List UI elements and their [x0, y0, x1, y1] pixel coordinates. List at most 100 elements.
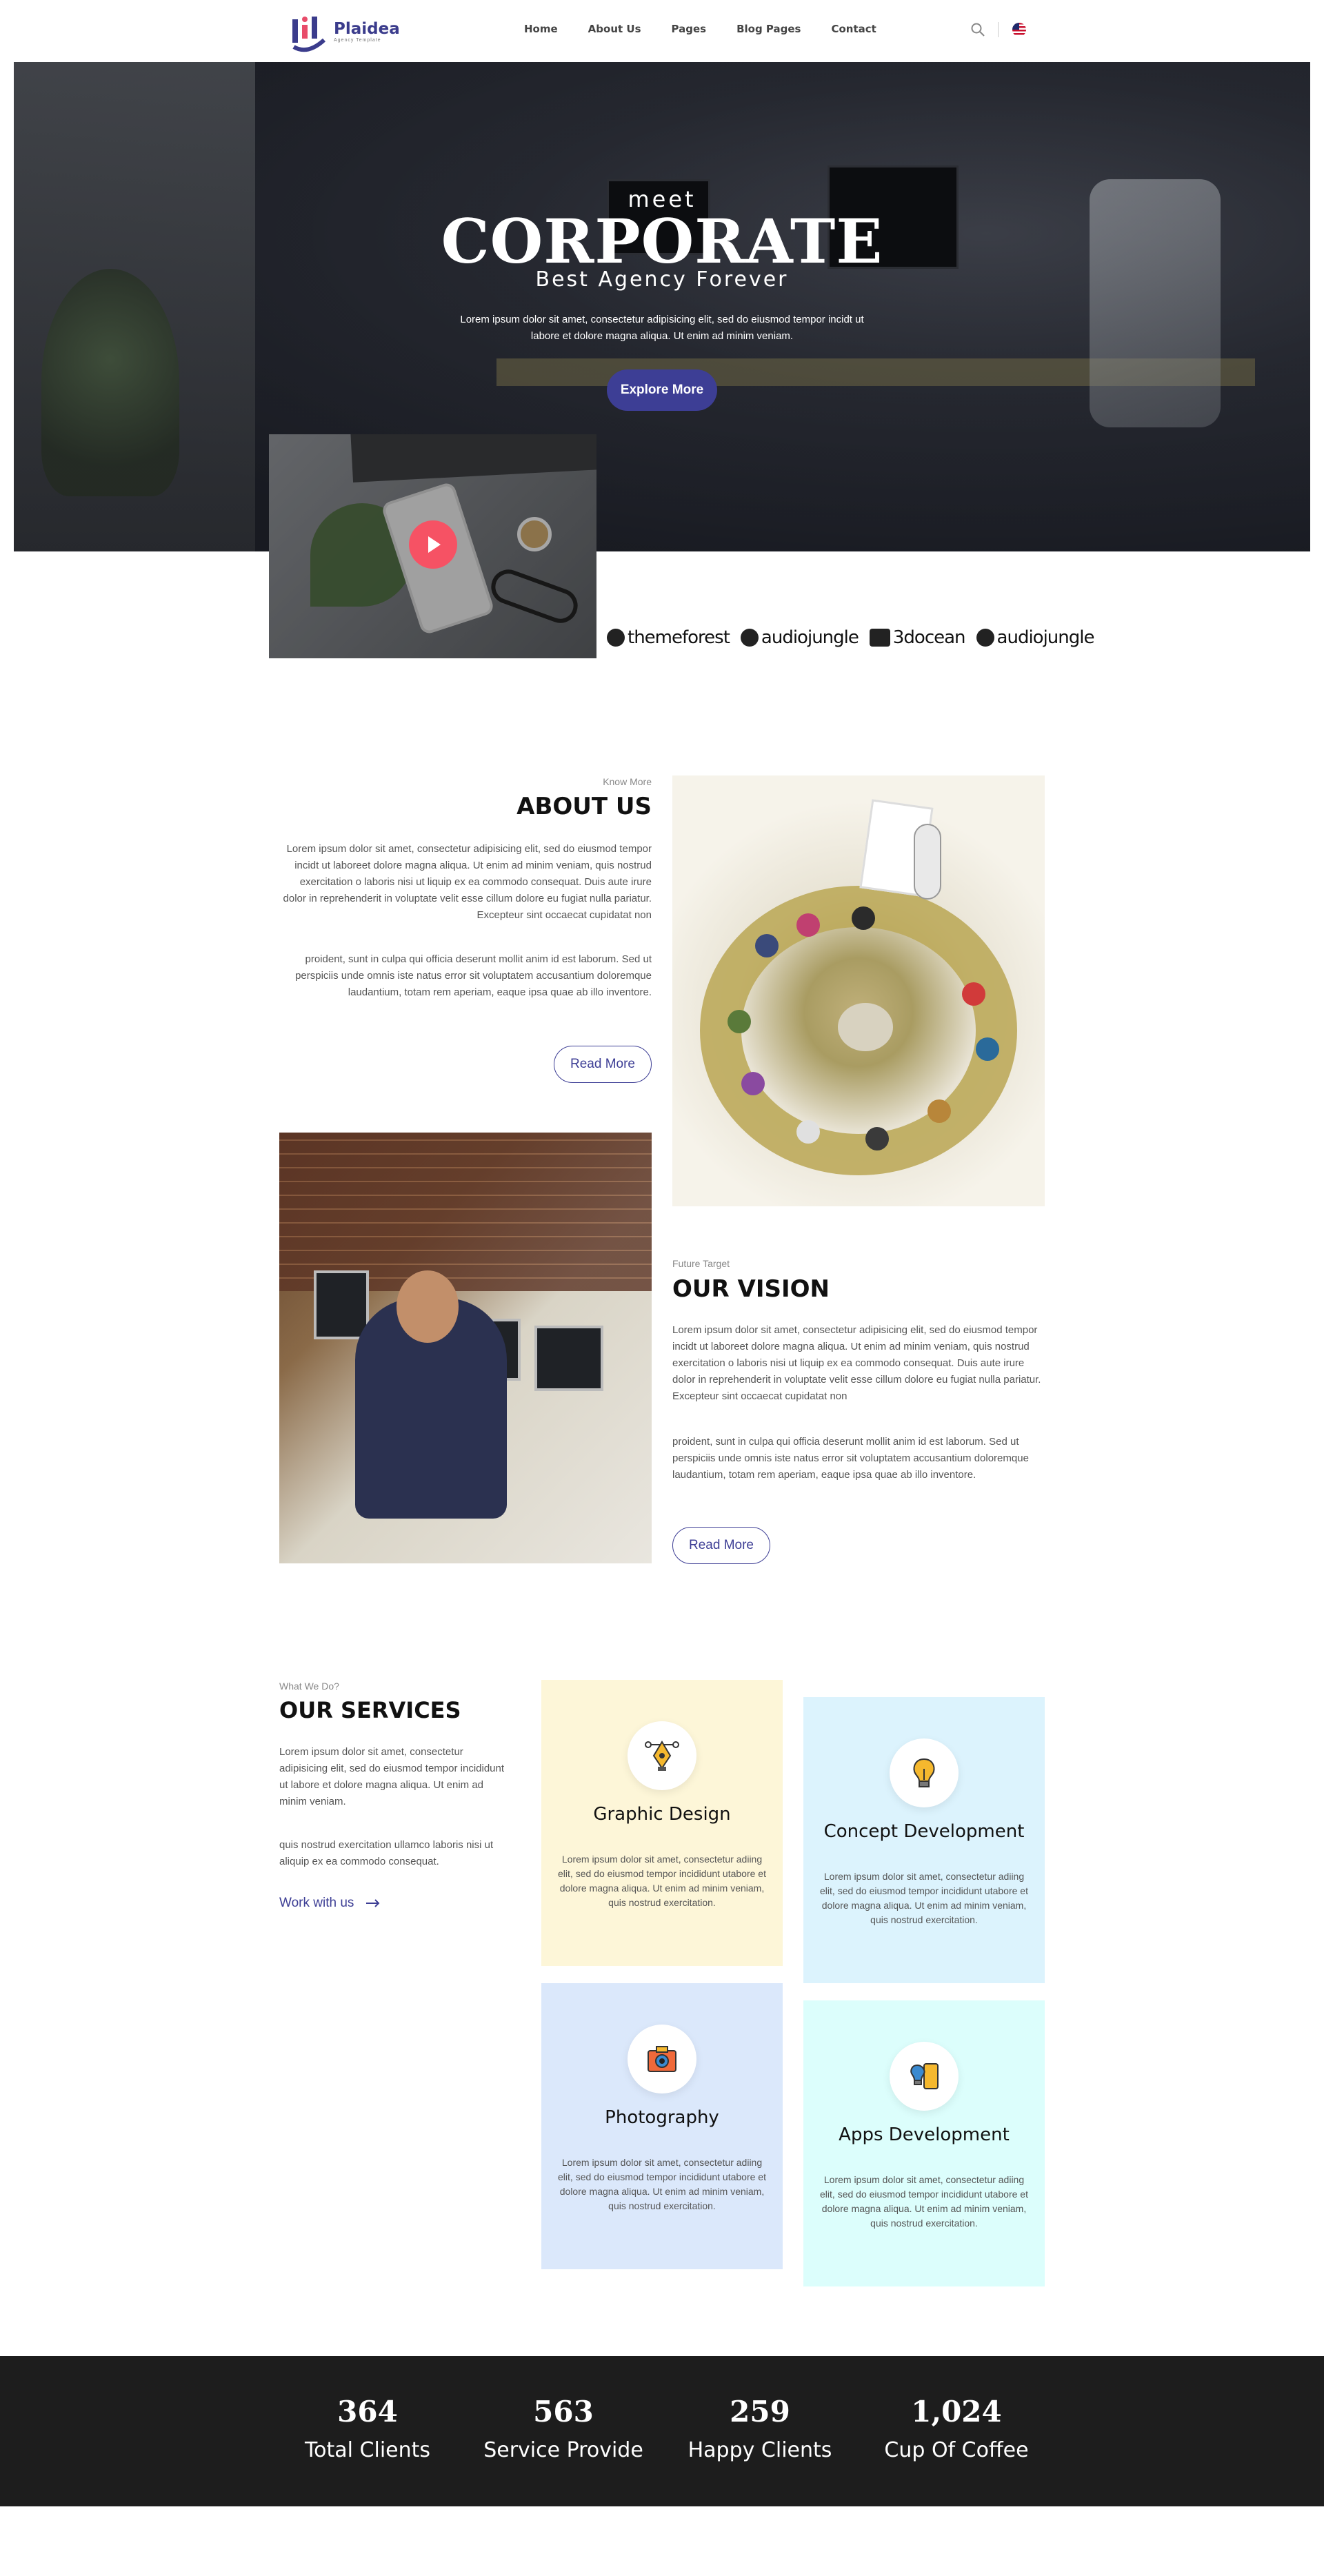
- app-bulb-icon: [910, 2063, 939, 2089]
- play-icon: [428, 536, 441, 553]
- nav-divider: [998, 22, 999, 37]
- about-img-person: [914, 824, 941, 900]
- about-title: ABOUT US: [516, 793, 652, 820]
- service-card-description: Lorem ipsum dolor sit amet, consectetur …: [820, 1871, 1028, 1925]
- vision-eyebrow: Future Target: [672, 1258, 730, 1269]
- vision-title: OUR VISION: [672, 1275, 830, 1303]
- us-flag-icon[interactable]: [1012, 23, 1026, 37]
- about-paragraph: proident, sunt in culpa qui officia dese…: [295, 953, 652, 998]
- services-paragraph: Lorem ipsum dolor sit amet, consectetur …: [279, 1746, 505, 1807]
- service-card-title: Photography: [605, 2107, 719, 2128]
- services-eyebrow: What We Do?: [279, 1681, 339, 1692]
- stats-bar: 364 Total Clients 563 Service Provide 25…: [0, 2356, 1324, 2506]
- pen-tool-icon: [645, 1741, 679, 1771]
- nav-pages[interactable]: Pages: [672, 23, 707, 35]
- stat-label: Service Provide: [483, 2438, 643, 2462]
- service-card-concept-development[interactable]: Concept Development Lorem ipsum dolor si…: [803, 1697, 1045, 1983]
- service-card-description: Lorem ipsum dolor sit amet, consectetur …: [558, 1854, 766, 1908]
- vision-read-more-button[interactable]: Read More: [672, 1527, 770, 1564]
- about-img-person: [728, 1010, 751, 1033]
- stat-number: 364: [337, 2395, 398, 2428]
- service-card-title: Apps Development: [839, 2124, 1010, 2145]
- about-img-person: [838, 1003, 893, 1051]
- partner-logo: 3docean: [869, 627, 966, 648]
- services-paragraph: quis nostrud exercitation ullamco labori…: [279, 1839, 494, 1867]
- about-team-meeting-image: [672, 775, 1045, 1206]
- service-card-apps-development[interactable]: Apps Development Lorem ipsum dolor sit a…: [803, 2000, 1045, 2286]
- vision-office-image: [279, 1133, 652, 1563]
- nav-contact[interactable]: Contact: [831, 23, 876, 35]
- explore-more-button[interactable]: Explore More: [607, 369, 717, 411]
- brand-name: Plaidea: [334, 19, 400, 38]
- service-icon-wrap: [628, 2025, 696, 2093]
- themeforest-icon: [607, 629, 625, 647]
- partner-logos: themeforest audiojungle 3docean audiojun…: [607, 627, 1094, 648]
- vision-img-brick-wall: [279, 1133, 652, 1291]
- about-read-more-button[interactable]: Read More: [554, 1046, 652, 1083]
- service-card-description: Lorem ipsum dolor sit amet, consectetur …: [820, 2174, 1028, 2229]
- partner-name: audiojungle: [996, 627, 1095, 648]
- logo-mark-icon: [292, 17, 326, 52]
- arrow-right-icon: [366, 1899, 380, 1907]
- partner-logo: themeforest: [607, 627, 730, 648]
- partner-logo: audiojungle: [740, 627, 859, 648]
- service-icon-wrap: [890, 2042, 959, 2111]
- stat-label: Total Clients: [304, 2438, 431, 2462]
- about-img-person: [962, 982, 985, 1006]
- brand-logo[interactable]: Plaidea Agency Template: [290, 10, 400, 52]
- stat-happy-clients: 259 Happy Clients: [656, 2395, 863, 2462]
- vision-img-person-head: [397, 1270, 459, 1343]
- partner-name: themeforest: [628, 627, 730, 648]
- stat-label: Cup Of Coffee: [884, 2438, 1029, 2462]
- hero-description: Lorem ipsum dolor sit amet, consectetur …: [460, 314, 864, 342]
- about-img-person: [755, 934, 779, 957]
- about-paragraph: Lorem ipsum dolor sit amet, consectetur …: [283, 843, 652, 921]
- partner-name: audiojungle: [761, 627, 859, 648]
- 3docean-icon: [869, 629, 890, 647]
- play-button[interactable]: [409, 520, 457, 569]
- hero-banner: meet CORPORATE Best Agency Forever Lorem…: [14, 62, 1310, 551]
- about-eyebrow: Know More: [603, 776, 652, 787]
- nav-home[interactable]: Home: [524, 23, 558, 35]
- navbar: Plaidea Agency Template Home About Us Pa…: [0, 0, 1324, 62]
- nav-blog-pages[interactable]: Blog Pages: [736, 23, 801, 35]
- service-card-photography[interactable]: Photography Lorem ipsum dolor sit amet, …: [541, 1983, 783, 2269]
- vision-img-monitor: [534, 1326, 603, 1391]
- partner-name: 3docean: [892, 627, 966, 648]
- camera-icon: [648, 2046, 676, 2072]
- about-img-person: [796, 1120, 820, 1144]
- work-with-us-link[interactable]: Work with us: [279, 1896, 380, 1911]
- about-img-person: [927, 1099, 951, 1123]
- video-thumbnail[interactable]: [269, 434, 596, 658]
- service-icon-wrap: [890, 1738, 959, 1807]
- service-icon-wrap: [628, 1721, 696, 1790]
- about-img-person: [852, 906, 875, 930]
- about-img-person: [976, 1037, 999, 1061]
- vision-paragraph: proident, sunt in culpa qui officia dese…: [672, 1436, 1029, 1481]
- hero-subtitle: Best Agency Forever: [535, 267, 789, 292]
- hero-bg-plant: [41, 269, 179, 496]
- service-card-graphic-design[interactable]: Graphic Design Lorem ipsum dolor sit ame…: [541, 1680, 783, 1966]
- brand-tagline: Agency Template: [334, 37, 381, 43]
- work-with-us-label: Work with us: [279, 1896, 354, 1910]
- service-card-title: Graphic Design: [593, 1804, 731, 1825]
- service-card-description: Lorem ipsum dolor sit amet, consectetur …: [558, 2157, 766, 2211]
- about-img-person: [865, 1127, 889, 1150]
- services-title: OUR SERVICES: [279, 1697, 461, 1723]
- stat-service-provide: 563 Service Provide: [460, 2395, 667, 2462]
- lightbulb-icon: [913, 1758, 935, 1787]
- nav-about-us[interactable]: About Us: [588, 23, 641, 35]
- hero-title: CORPORATE: [441, 205, 883, 277]
- stat-total-clients: 364 Total Clients: [264, 2395, 471, 2462]
- service-card-title: Concept Development: [823, 1821, 1025, 1842]
- stat-label: Happy Clients: [688, 2438, 832, 2462]
- audiojungle-icon: [740, 629, 759, 647]
- search-icon[interactable]: [970, 21, 986, 38]
- vision-img-monitor: [314, 1270, 369, 1339]
- stat-number: 1,024: [911, 2395, 1002, 2428]
- stat-number: 259: [730, 2395, 790, 2428]
- main-menu: Home About Us Pages Blog Pages Contact: [524, 23, 907, 35]
- stat-cup-of-coffee: 1,024 Cup Of Coffee: [853, 2395, 1060, 2462]
- stat-number: 563: [533, 2395, 594, 2428]
- audiojungle-icon: [976, 629, 994, 647]
